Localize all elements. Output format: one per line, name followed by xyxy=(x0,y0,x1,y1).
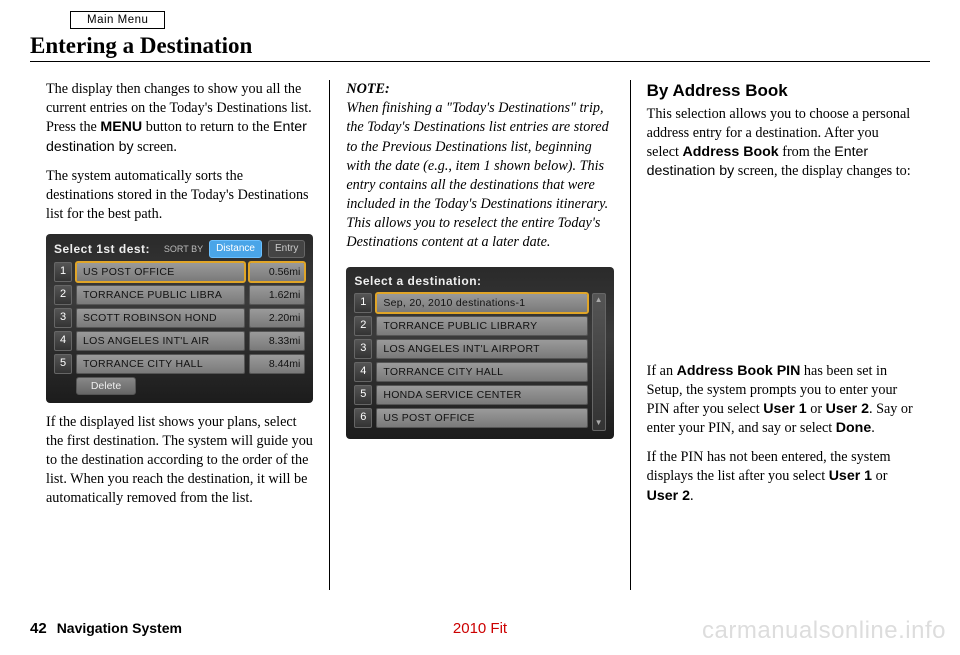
note-label: NOTE: xyxy=(346,81,389,97)
done-label: Done xyxy=(836,420,871,436)
user1-label: User 1 xyxy=(829,468,872,484)
row-number: 2 xyxy=(54,285,72,305)
text: If an xyxy=(647,363,677,379)
nav-header-label: Select 1st dest: xyxy=(54,241,150,257)
nav-header: Select 1st dest: SORT BY Distance Entry xyxy=(54,240,305,258)
user1-label: User 1 xyxy=(763,401,806,417)
col3-para3: If the PIN has not been entered, the sys… xyxy=(647,448,914,506)
section-name: Navigation System xyxy=(57,620,182,636)
row-number: 5 xyxy=(354,385,372,405)
text: from the xyxy=(779,144,835,160)
row-number: 4 xyxy=(54,331,72,351)
manual-page: Main Menu Entering a Destination The dis… xyxy=(0,0,960,655)
row-name: SCOTT ROBINSON HOND xyxy=(76,308,245,328)
row-name: Sep, 20, 2010 destinations-1 xyxy=(376,293,587,313)
row-name: US POST OFFICE xyxy=(376,408,587,428)
row-name: TORRANCE CITY HALL xyxy=(76,354,245,374)
row-number: 3 xyxy=(54,308,72,328)
main-menu-button[interactable]: Main Menu xyxy=(70,11,165,29)
row-number: 1 xyxy=(354,293,372,313)
row-number: 1 xyxy=(54,262,72,282)
sort-distance-pill[interactable]: Distance xyxy=(209,240,262,258)
list-item[interactable]: 3 SCOTT ROBINSON HOND 2.20mi xyxy=(54,308,305,328)
nav-screenshot-1: Select 1st dest: SORT BY Distance Entry … xyxy=(46,234,313,403)
row-name: TORRANCE PUBLIC LIBRA xyxy=(76,285,245,305)
row-name: TORRANCE CITY HALL xyxy=(376,362,587,382)
text: . xyxy=(690,488,694,504)
pin-label: Address Book PIN xyxy=(677,363,801,379)
column-1: The display then changes to show you all… xyxy=(30,80,329,590)
list-item[interactable]: 4 TORRANCE CITY HALL xyxy=(354,362,587,382)
text: or xyxy=(872,468,887,484)
row-number: 4 xyxy=(354,362,372,382)
list-item[interactable]: 6 US POST OFFICE xyxy=(354,408,587,428)
address-book-label: Address Book xyxy=(683,144,779,160)
col1-para2: The system automatically sorts the desti… xyxy=(46,167,313,225)
text: button to return to the xyxy=(142,119,273,135)
row-number: 3 xyxy=(354,339,372,359)
sort-by-label: SORT BY xyxy=(164,243,203,255)
list-item[interactable]: 5 TORRANCE CITY HALL 8.44mi xyxy=(54,354,305,374)
list-item[interactable]: 2 TORRANCE PUBLIC LIBRARY xyxy=(354,316,587,336)
column-2: NOTE: When finishing a "Today's Destinat… xyxy=(329,80,629,590)
model-year: 2010 Fit xyxy=(453,620,507,637)
text: screen, the display changes to: xyxy=(734,163,911,179)
note-body: When finishing a "Today's Destinations" … xyxy=(346,100,608,250)
list-item[interactable]: 3 LOS ANGELES INT'L AIRPORT xyxy=(354,339,587,359)
row-number: 6 xyxy=(354,408,372,428)
image-placeholder xyxy=(647,192,914,362)
list-item[interactable]: 5 HONDA SERVICE CENTER xyxy=(354,385,587,405)
row-name: LOS ANGELES INT'L AIR xyxy=(76,331,245,351)
user2-label: User 2 xyxy=(826,401,869,417)
content-columns: The display then changes to show you all… xyxy=(30,80,930,590)
delete-button[interactable]: Delete xyxy=(76,377,136,395)
watermark: carmanualsonline.info xyxy=(702,617,946,645)
col1-para3: If the displayed list shows your plans, … xyxy=(46,413,313,509)
page-number: 42 xyxy=(30,620,47,637)
row-distance: 1.62mi xyxy=(249,285,305,305)
scrollbar[interactable] xyxy=(592,293,606,431)
row-distance: 8.44mi xyxy=(249,354,305,374)
text: or xyxy=(807,401,826,417)
sort-entry-pill[interactable]: Entry xyxy=(268,240,305,258)
user2-label: User 2 xyxy=(647,488,690,504)
row-name: TORRANCE PUBLIC LIBRARY xyxy=(376,316,587,336)
row-distance: 2.20mi xyxy=(249,308,305,328)
subheading-address-book: By Address Book xyxy=(647,80,914,103)
menu-label: MENU xyxy=(100,119,142,135)
nav-header-label: Select a destination: xyxy=(354,273,481,289)
row-name: US POST OFFICE xyxy=(76,262,245,282)
nav-header: Select a destination: xyxy=(354,273,605,289)
list-item[interactable]: 1 Sep, 20, 2010 destinations-1 xyxy=(354,293,587,313)
row-name: HONDA SERVICE CENTER xyxy=(376,385,587,405)
col3-para1: This selection allows you to choose a pe… xyxy=(647,105,914,182)
list-item[interactable]: 1 US POST OFFICE 0.56mi xyxy=(54,262,305,282)
column-3: By Address Book This selection allows yo… xyxy=(630,80,930,590)
row-number: 2 xyxy=(354,316,372,336)
row-name: LOS ANGELES INT'L AIRPORT xyxy=(376,339,587,359)
row-distance: 8.33mi xyxy=(249,331,305,351)
col1-para1: The display then changes to show you all… xyxy=(46,80,313,157)
row-distance: 0.56mi xyxy=(249,262,305,282)
list-item[interactable]: 4 LOS ANGELES INT'L AIR 8.33mi xyxy=(54,331,305,351)
note-block: NOTE: When finishing a "Today's Destinat… xyxy=(346,80,613,253)
row-number: 5 xyxy=(54,354,72,374)
nav-screenshot-2: Select a destination: 1 Sep, 20, 2010 de… xyxy=(346,267,613,439)
page-title: Entering a Destination xyxy=(30,33,930,62)
text: screen. xyxy=(134,139,177,155)
text: . xyxy=(871,420,875,436)
col3-para2: If an Address Book PIN has been set in S… xyxy=(647,362,914,439)
list-item[interactable]: 2 TORRANCE PUBLIC LIBRA 1.62mi xyxy=(54,285,305,305)
